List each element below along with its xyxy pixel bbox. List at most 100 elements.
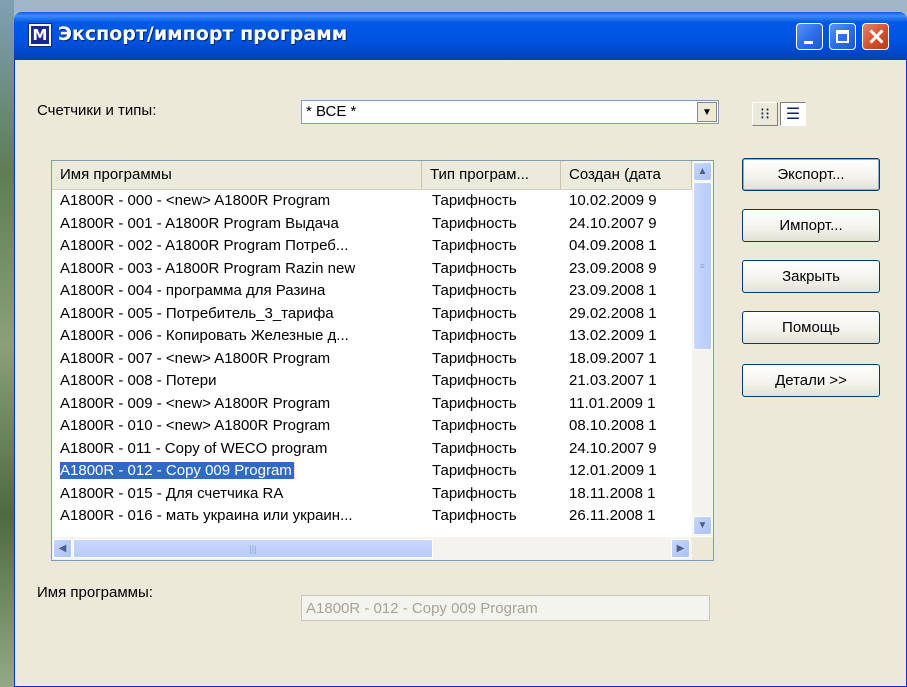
cell-program-type-text: Тарифность bbox=[432, 192, 517, 209]
cell-created-date: 21.03.2007 1 bbox=[569, 372, 691, 389]
import-button[interactable]: Импорт... bbox=[742, 209, 880, 242]
scroll-down-icon[interactable]: ▼ bbox=[693, 516, 712, 535]
export-button[interactable]: Экспорт... bbox=[742, 158, 880, 191]
horizontal-scrollbar[interactable]: ◀ ||| ▶ bbox=[52, 537, 692, 560]
cell-program-type-text: Тарифность bbox=[432, 507, 517, 524]
scroll-right-icon[interactable]: ▶ bbox=[671, 539, 690, 558]
close-button[interactable]: Закрыть bbox=[742, 260, 880, 293]
cell-program-name: A1800R - 005 - Потребитель_3_тарифа bbox=[60, 305, 420, 322]
meter-type-select[interactable]: * ВСЕ * ▼ bbox=[301, 100, 719, 124]
table-row[interactable]: A1800R - 010 - <new> A1800R Program Тариф… bbox=[52, 415, 692, 438]
cell-program-type-text: Тарифность bbox=[432, 259, 517, 277]
cell-created-date: 23.09.2008 9 bbox=[569, 260, 691, 277]
vertical-scroll-thumb[interactable]: ≡ bbox=[693, 182, 712, 350]
table-row[interactable]: A1800R - 009 - <new> A1800R Program Тариф… bbox=[52, 393, 692, 416]
title-bar[interactable]: M Экспорт/импорт программ bbox=[14, 12, 907, 60]
app-icon[interactable]: M bbox=[28, 23, 52, 47]
cell-created-date-text: 29.02.2008 1 bbox=[569, 304, 657, 322]
column-header-name[interactable]: Имя программы bbox=[52, 161, 422, 189]
cell-program-name: A1800R - 012 - Copy 009 Program bbox=[60, 462, 420, 479]
cell-program-type: Тарифность bbox=[432, 462, 564, 479]
cell-program-type: Тарифность bbox=[432, 282, 564, 299]
table-row[interactable]: A1800R - 006 - Копировать Железные д... Т… bbox=[52, 325, 692, 348]
table-row[interactable]: A1800R - 005 - Потребитель_3_тарифа Тариф… bbox=[52, 303, 692, 326]
cell-program-type: Тарифность bbox=[432, 372, 564, 389]
horizontal-scroll-thumb[interactable]: ||| bbox=[73, 539, 433, 558]
cell-program-name-text: A1800R - 003 - A1800R Program Razin new bbox=[60, 259, 356, 277]
chevron-down-icon[interactable]: ▼ bbox=[697, 102, 717, 122]
table-row[interactable]: A1800R - 004 - программа для Разина Тариф… bbox=[52, 280, 692, 303]
cell-program-type-text: Тарифность bbox=[432, 484, 517, 502]
program-name-input[interactable] bbox=[302, 596, 709, 620]
table-row[interactable]: A1800R - 003 - A1800R Program Razin new Т… bbox=[52, 258, 692, 281]
table-row[interactable]: A1800R - 007 - <new> A1800R Program Тариф… bbox=[52, 348, 692, 371]
table-row[interactable]: A1800R - 011 - Copy of WECO program Тариф… bbox=[52, 438, 692, 461]
column-header-created[interactable]: Создан (дата bbox=[561, 161, 692, 189]
cell-created-date: 08.10.2008 1 bbox=[569, 417, 691, 434]
maximize-button[interactable] bbox=[829, 23, 856, 50]
cell-program-type-text: Тарифность bbox=[432, 394, 517, 412]
cell-program-name: A1800R - 015 - Для счетчика RA bbox=[60, 485, 420, 502]
cell-program-type: Тарифность bbox=[432, 417, 564, 434]
desktop-edge bbox=[0, 0, 14, 687]
cell-created-date-text: 04.09.2008 1 bbox=[569, 237, 657, 254]
filter-label: Счетчики и типы: bbox=[37, 102, 157, 119]
meter-type-value: * ВСЕ * bbox=[306, 103, 357, 120]
table-row[interactable]: A1800R - 012 - Copy 009 Program Тарифност… bbox=[52, 460, 692, 483]
cell-program-name-text: A1800R - 007 - <new> A1800R Program bbox=[60, 349, 331, 367]
cell-created-date-text: 10.02.2009 9 bbox=[569, 192, 657, 209]
table-row[interactable]: A1800R - 016 - мать украина или украин..… bbox=[52, 505, 692, 528]
cell-program-type: Тарифность bbox=[432, 485, 564, 502]
cell-program-name: A1800R - 010 - <new> A1800R Program bbox=[60, 417, 420, 434]
cell-program-name-text: A1800R - 008 - Потери bbox=[60, 372, 217, 389]
table-row[interactable]: A1800R - 015 - Для счетчика RA Тарифность… bbox=[52, 483, 692, 506]
cell-program-name: A1800R - 008 - Потери bbox=[60, 372, 420, 389]
help-button[interactable]: Помощь bbox=[742, 311, 880, 344]
cell-program-type-text: Тарифность bbox=[432, 214, 517, 232]
table-row[interactable]: A1800R - 008 - Потери Тарифность 21.03.200… bbox=[52, 370, 692, 393]
cell-program-name-text: A1800R - 015 - Для счетчика RA bbox=[60, 484, 284, 502]
cell-program-type-text: Тарифность bbox=[432, 417, 517, 434]
cell-program-type: Тарифность bbox=[432, 395, 564, 412]
cell-created-date-text: 23.09.2008 1 bbox=[569, 282, 657, 299]
cell-created-date-text: 21.03.2007 1 bbox=[569, 372, 657, 389]
cell-program-type: Тарифность bbox=[432, 192, 564, 209]
details-view-icon[interactable]: ☰ bbox=[780, 102, 806, 126]
column-header-type[interactable]: Тип програм... bbox=[422, 161, 561, 189]
minimize-button[interactable] bbox=[796, 23, 823, 50]
cell-program-type-text: Тарифность bbox=[432, 462, 517, 479]
cell-program-name: A1800R - 002 - A1800R Program Потреб... bbox=[60, 237, 420, 254]
table-row[interactable]: A1800R - 001 - A1800R Program Выдача Тари… bbox=[52, 213, 692, 236]
cell-created-date-text: 26.11.2008 1 bbox=[569, 507, 656, 524]
cell-created-date: 18.09.2007 1 bbox=[569, 350, 691, 367]
table-row[interactable]: A1800R - 002 - A1800R Program Потреб... Т… bbox=[52, 235, 692, 258]
cell-program-type: Тарифность bbox=[432, 215, 564, 232]
details-button[interactable]: Детали >> bbox=[742, 364, 880, 397]
cell-program-type: Тарифность bbox=[432, 350, 564, 367]
cell-program-name-text: A1800R - 016 - мать украина или украин..… bbox=[60, 507, 353, 524]
cell-program-name-text: A1800R - 000 - <new> A1800R Program bbox=[60, 192, 331, 209]
program-name-label: Имя программы: bbox=[37, 584, 153, 601]
scroll-up-icon[interactable]: ▲ bbox=[693, 162, 712, 181]
program-list[interactable]: Имя программы Тип програм... Создан (дат… bbox=[51, 160, 714, 561]
cell-program-type: Тарифность bbox=[432, 440, 564, 457]
cell-program-name: A1800R - 001 - A1800R Program Выдача bbox=[60, 215, 420, 232]
cell-created-date: 12.01.2009 1 bbox=[569, 462, 691, 479]
cell-program-name: A1800R - 007 - <new> A1800R Program bbox=[60, 350, 420, 367]
cell-program-type: Тарифность bbox=[432, 305, 564, 322]
cell-program-type-text: Тарифность bbox=[432, 372, 517, 389]
close-window-button[interactable] bbox=[862, 23, 889, 50]
program-name-field[interactable] bbox=[301, 595, 710, 621]
cell-created-date: 24.10.2007 9 bbox=[569, 440, 691, 457]
scroll-left-icon[interactable]: ◀ bbox=[53, 539, 72, 558]
list-view-icon[interactable]: ⁝⁝ bbox=[752, 102, 778, 126]
list-header: Имя программы Тип програм... Создан (дат… bbox=[52, 161, 692, 190]
table-row[interactable]: A1800R - 000 - <new> A1800R Program Тариф… bbox=[52, 190, 692, 213]
cell-program-name-text: A1800R - 002 - A1800R Program Потреб... bbox=[60, 237, 349, 254]
cell-program-name-text: A1800R - 004 - программа для Разина bbox=[60, 282, 326, 299]
cell-program-type-text: Тарифность bbox=[432, 349, 517, 367]
cell-created-date: 18.11.2008 1 bbox=[569, 485, 691, 502]
cell-created-date-text: 11.01.2009 1 bbox=[569, 394, 656, 412]
vertical-scrollbar[interactable]: ▲ ≡ ▼ bbox=[692, 161, 713, 536]
cell-program-name: A1800R - 016 - мать украина или украин..… bbox=[60, 507, 420, 524]
